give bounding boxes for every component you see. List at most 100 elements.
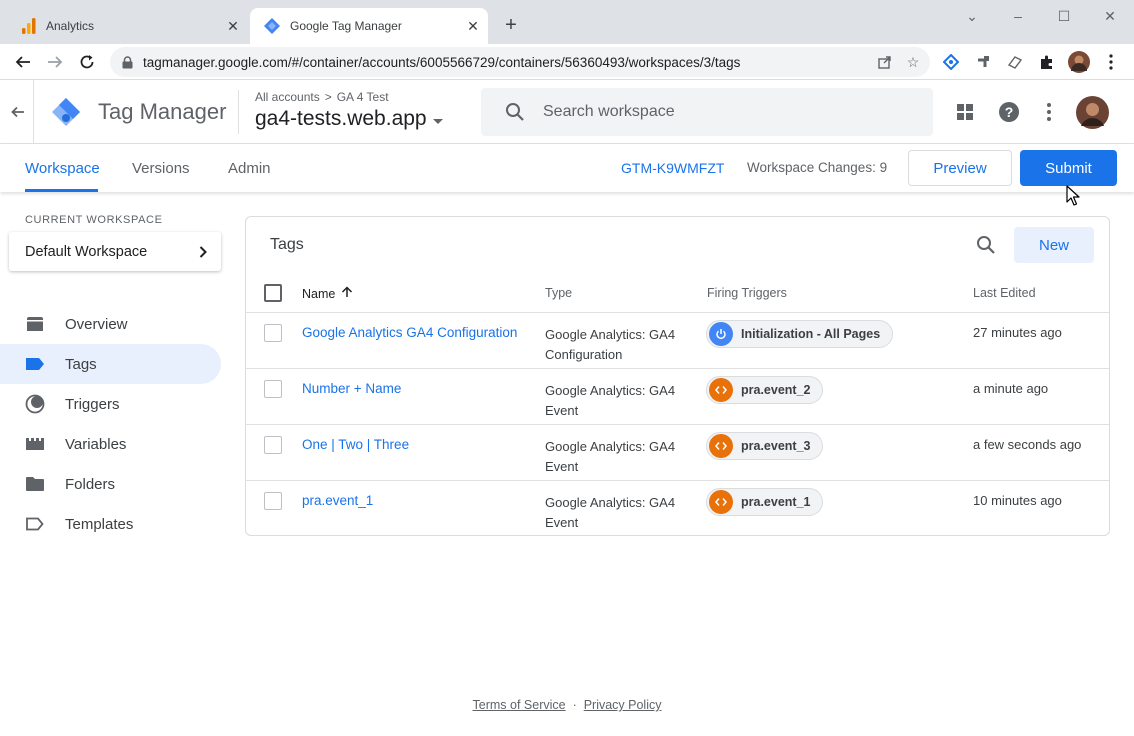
column-header-type[interactable]: Type	[545, 286, 572, 300]
divider	[238, 90, 239, 134]
new-tab-plus-icon[interactable]: +	[500, 14, 522, 36]
table-header: Name Type Firing Triggers Last Edited	[246, 273, 1109, 313]
extension-icon[interactable]	[972, 51, 994, 73]
sidebar-item-tags[interactable]: Tags	[0, 344, 221, 384]
tab-versions[interactable]: Versions	[132, 160, 190, 177]
arrow-up-icon	[341, 286, 353, 301]
code-icon	[709, 434, 733, 458]
tag-name-link[interactable]: pra.event_1	[302, 493, 373, 508]
tag-name-link[interactable]: One | Two | Three	[302, 437, 409, 452]
new-tag-button[interactable]: New	[1014, 227, 1094, 263]
bookmark-star-icon[interactable]: ☆	[902, 51, 924, 73]
puzzle-extensions-icon[interactable]	[1036, 51, 1058, 73]
table-row[interactable]: Number + Name Google Analytics: GA4 Even…	[246, 369, 1109, 425]
trigger-chip[interactable]: pra.event_1	[706, 488, 824, 516]
browser-menu-icon[interactable]	[1100, 51, 1122, 73]
close-icon[interactable]: ✕	[464, 17, 482, 35]
row-checkbox[interactable]	[264, 492, 282, 510]
analytics-icon	[22, 18, 36, 34]
breadcrumb-separator: >	[324, 90, 332, 104]
template-icon	[25, 515, 45, 533]
tag-type: Google Analytics: GA4 Event	[545, 383, 676, 418]
tab-admin[interactable]: Admin	[228, 160, 271, 177]
sidebar-item-templates[interactable]: Templates	[0, 504, 221, 544]
sidebar-item-variables[interactable]: Variables	[0, 424, 221, 464]
trigger-label: pra.event_2	[741, 383, 811, 397]
search-input[interactable]	[543, 103, 883, 121]
close-icon[interactable]: ✕	[224, 17, 242, 35]
lock-icon[interactable]	[122, 55, 133, 69]
back-arrow-icon[interactable]	[7, 101, 29, 123]
row-checkbox[interactable]	[264, 324, 282, 342]
sidebar-item-folders[interactable]: Folders	[0, 464, 221, 504]
table-row[interactable]: One | Two | Three Google Analytics: GA4 …	[246, 425, 1109, 481]
current-workspace-label: CURRENT WORKSPACE	[25, 214, 163, 226]
power-icon	[709, 322, 733, 346]
code-icon	[709, 490, 733, 514]
tag-type: Google Analytics: GA4 Configuration	[545, 327, 676, 362]
table-row[interactable]: pra.event_1 Google Analytics: GA4 Event …	[246, 481, 1109, 537]
container-selector[interactable]: ga4-tests.web.app	[255, 107, 443, 131]
workspace-selector[interactable]: Default Workspace	[9, 232, 221, 271]
address-bar[interactable]: tagmanager.google.com/#/container/accoun…	[110, 47, 930, 77]
dropdown-arrow-icon[interactable]	[432, 107, 443, 131]
last-edited: a minute ago	[973, 381, 1049, 396]
chevron-right-icon	[199, 245, 207, 258]
container-id-link[interactable]: GTM-K9WMFZT	[621, 160, 724, 176]
back-arrow-icon[interactable]	[12, 51, 34, 73]
trigger-chip[interactable]: Initialization - All Pages	[706, 320, 894, 348]
table-row[interactable]: Google Analytics GA4 Configuration Googl…	[246, 313, 1109, 369]
divider	[33, 80, 34, 144]
terms-of-service-link[interactable]: Terms of Service	[473, 698, 566, 712]
tag-assistant-extension-icon[interactable]	[940, 51, 962, 73]
tab-title: Analytics	[46, 19, 95, 33]
tab-search-chevron-icon[interactable]: ⌄	[962, 6, 982, 26]
row-checkbox[interactable]	[264, 380, 282, 398]
submit-button[interactable]: Submit	[1020, 150, 1117, 186]
extension-icon[interactable]	[1004, 51, 1026, 73]
workspace-search[interactable]	[481, 88, 933, 136]
tab-workspace[interactable]: Workspace	[25, 160, 100, 177]
column-header-name[interactable]: Name	[302, 286, 353, 301]
search-icon[interactable]	[974, 233, 998, 257]
share-icon[interactable]	[874, 51, 896, 73]
select-all-checkbox[interactable]	[264, 284, 282, 302]
app-title[interactable]: Tag Manager	[98, 99, 226, 125]
reload-icon[interactable]	[76, 51, 98, 73]
help-icon[interactable]: ?	[997, 100, 1021, 124]
privacy-policy-link[interactable]: Privacy Policy	[584, 698, 662, 712]
tag-name-link[interactable]: Number + Name	[302, 381, 401, 396]
breadcrumb-account[interactable]: GA 4 Test	[337, 90, 389, 104]
breadcrumb[interactable]: All accounts > GA 4 Test	[255, 90, 389, 104]
tag-name-link[interactable]: Google Analytics GA4 Configuration	[302, 325, 517, 340]
row-checkbox[interactable]	[264, 436, 282, 454]
gtm-logo-icon[interactable]	[50, 96, 82, 133]
tag-type: Google Analytics: GA4 Event	[545, 439, 676, 474]
preview-button[interactable]: Preview	[908, 150, 1012, 186]
tag-icon	[25, 355, 45, 373]
apps-grid-icon[interactable]	[953, 100, 977, 124]
workspace-changes: Workspace Changes: 9	[747, 160, 888, 175]
browser-tab-gtm[interactable]: Google Tag Manager ✕	[250, 8, 488, 44]
account-avatar-icon[interactable]	[1076, 96, 1109, 129]
trigger-chip[interactable]: pra.event_3	[706, 432, 824, 460]
column-header-triggers[interactable]: Firing Triggers	[707, 286, 787, 300]
maximize-icon[interactable]: ☐	[1054, 6, 1074, 26]
forward-arrow-icon[interactable]	[44, 51, 66, 73]
minimize-icon[interactable]: –	[1008, 6, 1028, 26]
search-icon	[505, 102, 525, 122]
trigger-chip[interactable]: pra.event_2	[706, 376, 824, 404]
sidebar-item-triggers[interactable]: Triggers	[0, 384, 221, 424]
column-header-edited[interactable]: Last Edited	[973, 286, 1036, 300]
container-name[interactable]: ga4-tests.web.app	[255, 107, 427, 131]
browser-tab-analytics[interactable]: Analytics ✕	[8, 8, 248, 44]
more-vert-icon[interactable]	[1037, 100, 1061, 124]
workspace-name[interactable]: Default Workspace	[25, 244, 199, 260]
window-close-icon[interactable]: ✕	[1100, 6, 1120, 26]
mouse-cursor-icon	[1066, 185, 1080, 212]
profile-avatar-icon[interactable]	[1068, 51, 1090, 73]
url-text[interactable]: tagmanager.google.com/#/container/accoun…	[143, 55, 874, 70]
sidebar-item-overview[interactable]: Overview	[0, 304, 221, 344]
breadcrumb-all-accounts[interactable]: All accounts	[255, 90, 320, 104]
variables-icon	[25, 435, 45, 453]
